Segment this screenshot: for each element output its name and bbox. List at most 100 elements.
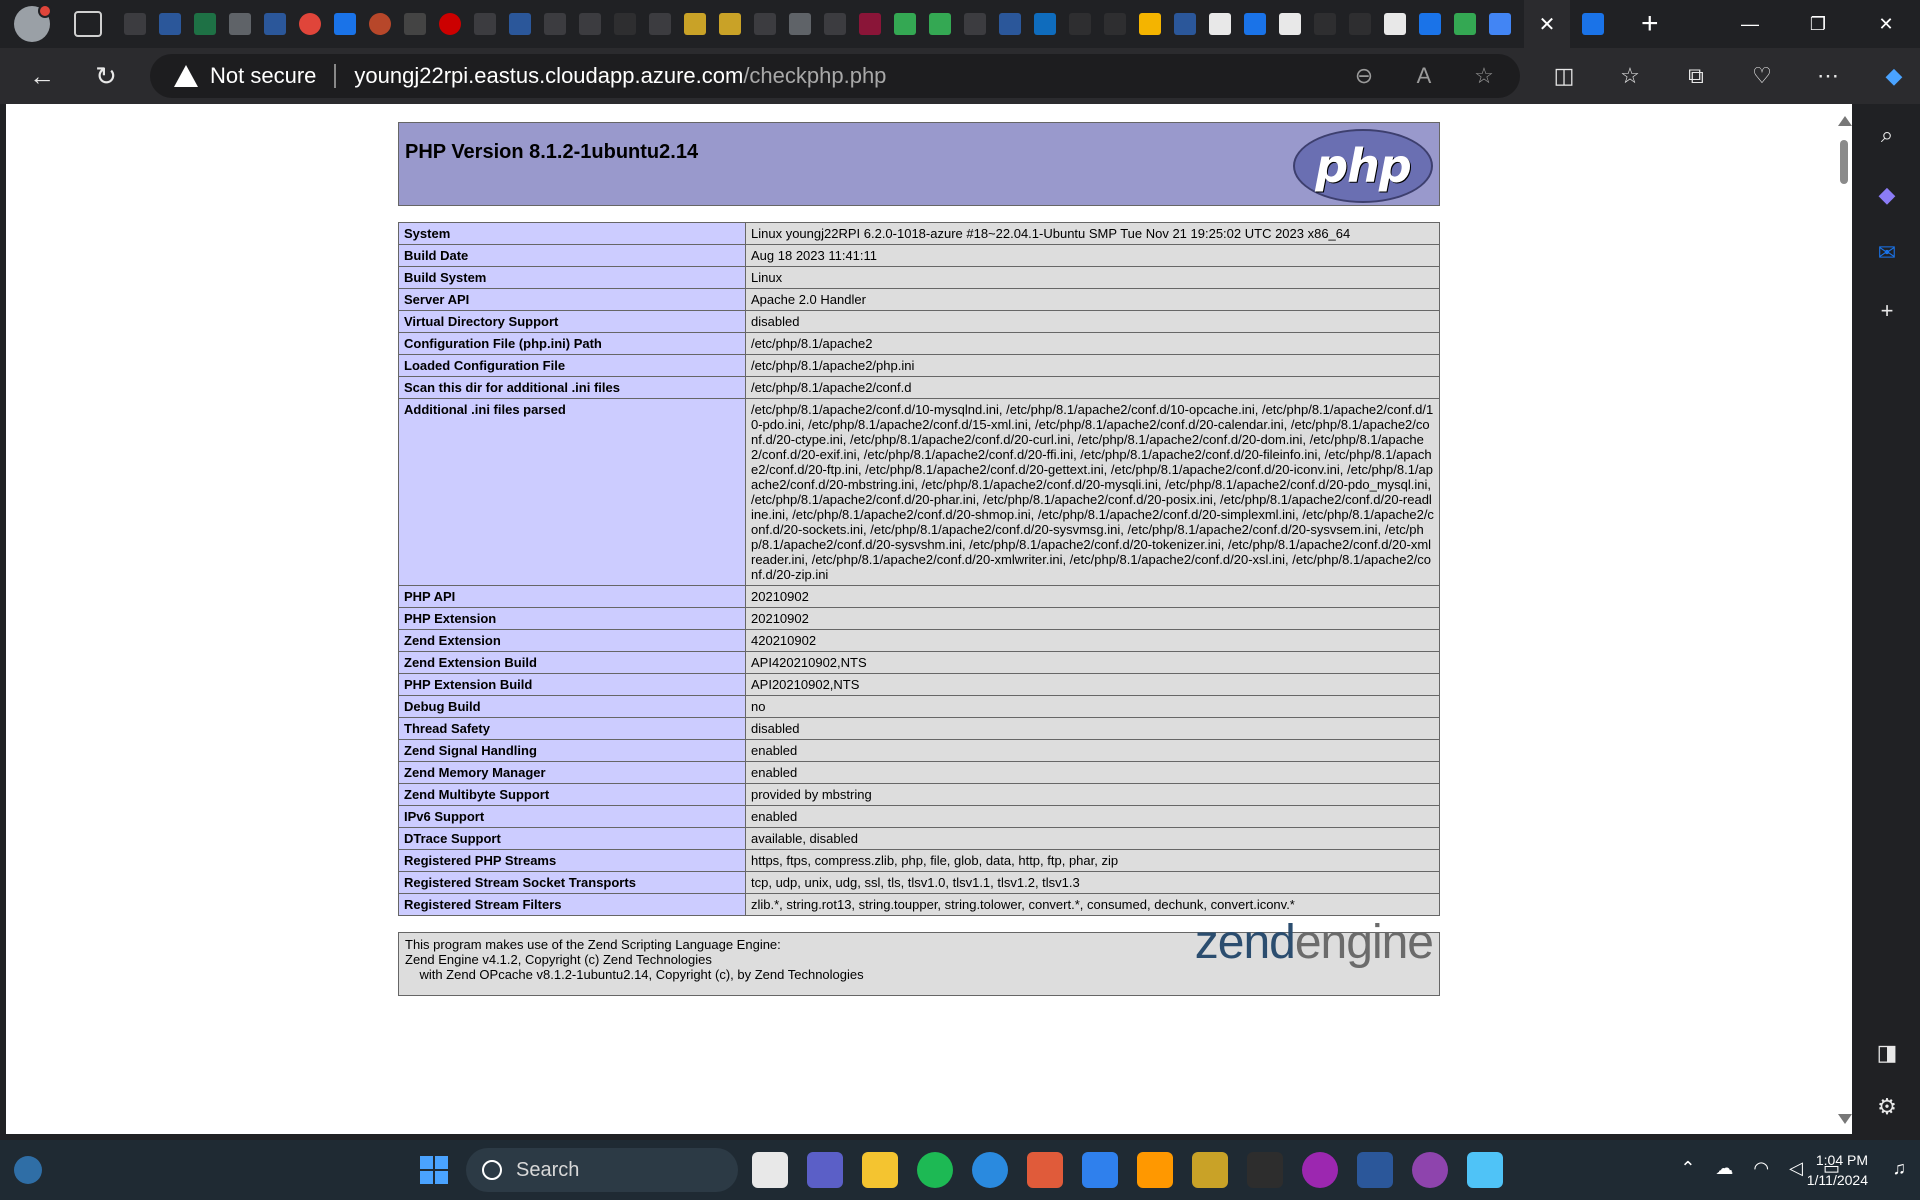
widgets-icon[interactable] xyxy=(14,1156,42,1184)
collections-icon[interactable]: ⧉ xyxy=(1672,52,1720,100)
taskbar-app[interactable] xyxy=(1027,1152,1063,1188)
browser-essentials-icon[interactable]: ♡ xyxy=(1738,52,1786,100)
taskbar-app[interactable] xyxy=(1137,1152,1173,1188)
tab-favicon[interactable] xyxy=(684,13,706,35)
scroll-down-icon[interactable] xyxy=(1838,1114,1852,1124)
clock[interactable]: 1:04 PM 1/11/2024 xyxy=(1807,1150,1868,1190)
scroll-up-icon[interactable] xyxy=(1838,116,1852,126)
active-tab[interactable]: ✕ xyxy=(1524,0,1570,48)
tab-favicon[interactable] xyxy=(124,13,146,35)
settings-icon[interactable]: ⚙ xyxy=(1874,1094,1900,1120)
tab-favicon[interactable] xyxy=(264,13,286,35)
tab-favicon[interactable] xyxy=(1139,13,1161,35)
tab-favicon[interactable] xyxy=(509,13,531,35)
chevron-up-icon[interactable]: ⌃ xyxy=(1680,1158,1695,1179)
taskbar-app[interactable] xyxy=(972,1152,1008,1188)
tab-favicon[interactable] xyxy=(1349,13,1371,35)
taskbar-search[interactable]: Search xyxy=(466,1148,738,1192)
taskbar-app[interactable] xyxy=(1247,1152,1283,1188)
back-icon[interactable]: ← xyxy=(18,52,66,100)
split-screen-icon[interactable]: ◫ xyxy=(1540,52,1588,100)
tab-favicon[interactable] xyxy=(299,13,321,35)
profile-icon[interactable] xyxy=(14,4,52,42)
restore-icon[interactable]: ❐ xyxy=(1784,0,1852,48)
tab-favicon[interactable] xyxy=(649,13,671,35)
tab-favicon[interactable] xyxy=(614,13,636,35)
volume-icon[interactable]: ◁ xyxy=(1789,1158,1803,1179)
tab-favicon[interactable] xyxy=(334,13,356,35)
tab-favicon[interactable] xyxy=(754,13,776,35)
page-scrollbar[interactable] xyxy=(1834,104,1852,1134)
taskbar-app[interactable] xyxy=(1412,1152,1448,1188)
tab-favicon[interactable] xyxy=(1104,13,1126,35)
read-aloud-icon[interactable]: A xyxy=(1412,64,1436,88)
taskbar-app[interactable] xyxy=(1302,1152,1338,1188)
taskbar-app[interactable] xyxy=(917,1152,953,1188)
new-tab-button[interactable]: + xyxy=(1641,7,1659,41)
zend-engine-logo[interactable]: zendengine xyxy=(1195,919,1434,967)
zoom-icon[interactable]: ⊖ xyxy=(1352,64,1376,88)
security-label[interactable]: Not secure xyxy=(210,63,316,89)
close-tab-icon[interactable]: ✕ xyxy=(1539,12,1556,37)
tab-favicon[interactable] xyxy=(369,13,391,35)
minimize-icon[interactable]: — xyxy=(1716,0,1784,48)
taskbar-app[interactable] xyxy=(1467,1152,1503,1188)
bell-icon[interactable]: ♫ xyxy=(1893,1158,1907,1179)
tab-favicon[interactable] xyxy=(1419,13,1441,35)
php-logo[interactable]: php xyxy=(1293,129,1433,203)
start-icon[interactable] xyxy=(420,1156,448,1184)
tab-favicon[interactable] xyxy=(194,13,216,35)
tab-favicon[interactable] xyxy=(894,13,916,35)
scroll-thumb[interactable] xyxy=(1840,140,1848,184)
tab-favicon[interactable] xyxy=(1279,13,1301,35)
tab-favicon[interactable] xyxy=(1384,13,1406,35)
tab-favicon[interactable] xyxy=(544,13,566,35)
tab-favicon[interactable] xyxy=(1582,13,1604,35)
tab-favicon[interactable] xyxy=(439,13,461,35)
wifi-icon[interactable]: ◠ xyxy=(1753,1158,1769,1179)
tab-favicon[interactable] xyxy=(964,13,986,35)
tab-favicon[interactable] xyxy=(1034,13,1056,35)
close-window-icon[interactable]: ✕ xyxy=(1852,0,1920,48)
tab-favicon[interactable] xyxy=(1244,13,1266,35)
tab-favicon[interactable] xyxy=(999,13,1021,35)
url-host[interactable]: youngj22rpi.eastus.cloudapp.azure.com xyxy=(354,63,743,89)
tab-favicon[interactable] xyxy=(1174,13,1196,35)
taskbar-app[interactable] xyxy=(1192,1152,1228,1188)
tab-favicon[interactable] xyxy=(929,13,951,35)
favorite-icon[interactable]: ☆ xyxy=(1472,64,1496,88)
tab-favicon[interactable] xyxy=(229,13,251,35)
warning-icon[interactable] xyxy=(174,65,198,87)
taskbar-app[interactable] xyxy=(862,1152,898,1188)
taskbar-app[interactable] xyxy=(1357,1152,1393,1188)
search-icon[interactable]: ⌕ xyxy=(1874,122,1900,148)
add-icon[interactable]: + xyxy=(1874,298,1900,324)
favorites-icon[interactable]: ☆ xyxy=(1606,52,1654,100)
tab-favicon[interactable] xyxy=(719,13,741,35)
url-path[interactable]: /checkphp.php xyxy=(743,63,886,89)
tab-favicon[interactable] xyxy=(824,13,846,35)
tab-favicon[interactable] xyxy=(1489,13,1511,35)
more-icon[interactable]: ⋯ xyxy=(1804,52,1852,100)
tab-favicon[interactable] xyxy=(1314,13,1336,35)
copilot-sidebar-icon[interactable]: ◆ xyxy=(1874,182,1900,208)
taskbar-app[interactable] xyxy=(752,1152,788,1188)
taskbar-app[interactable] xyxy=(1082,1152,1118,1188)
tab-favicon[interactable] xyxy=(1209,13,1231,35)
tab-favicon[interactable] xyxy=(404,13,426,35)
tab-favicon[interactable] xyxy=(1069,13,1091,35)
tab-favicon[interactable] xyxy=(159,13,181,35)
tab-favicon[interactable] xyxy=(789,13,811,35)
outlook-icon[interactable]: ✉ xyxy=(1874,240,1900,266)
tab-favicon[interactable] xyxy=(1454,13,1476,35)
tab-actions-icon[interactable] xyxy=(74,11,102,37)
onedrive-icon[interactable]: ☁ xyxy=(1715,1158,1733,1179)
taskbar-app[interactable] xyxy=(807,1152,843,1188)
refresh-icon[interactable]: ↻ xyxy=(82,52,130,100)
tab-favicon[interactable] xyxy=(859,13,881,35)
tab-favicon[interactable] xyxy=(579,13,601,35)
sidebar-toggle-icon[interactable]: ◨ xyxy=(1874,1040,1900,1066)
address-bar[interactable]: Not secure youngj22rpi.eastus.cloudapp.a… xyxy=(150,54,1520,98)
tab-favicon[interactable] xyxy=(474,13,496,35)
copilot-icon[interactable]: ◆ xyxy=(1870,52,1918,100)
